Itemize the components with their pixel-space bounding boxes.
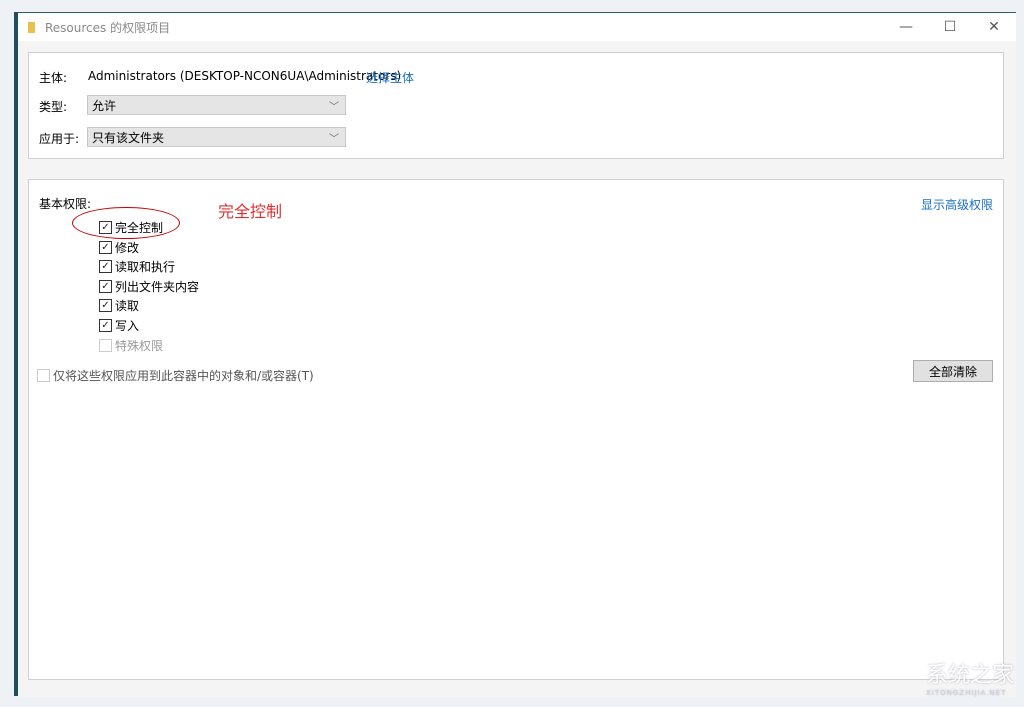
- permission-label: 列出文件夹内容: [115, 278, 199, 295]
- watermark-logo: 系统之家XITONGZHIJIA.NET: [926, 657, 1014, 697]
- checkmark-icon: ✓: [99, 260, 112, 273]
- apply-only-label: 仅将这些权限应用到此容器中的对象和/或容器(T): [53, 367, 314, 384]
- permission-label: 读取: [115, 297, 139, 314]
- permission-checkbox[interactable]: ✓修改: [99, 239, 139, 256]
- applies-to-label: 应用于:: [39, 130, 79, 147]
- type-select[interactable]: 允许 ﹀: [87, 95, 346, 115]
- principal-label: 主体:: [39, 69, 67, 86]
- show-advanced-link[interactable]: 显示高级权限: [921, 196, 993, 213]
- permission-label: 写入: [115, 317, 139, 334]
- checkbox-box: [99, 339, 112, 352]
- permission-checkbox[interactable]: ✓完全控制: [99, 219, 163, 236]
- checkmark-icon: ✓: [99, 299, 112, 312]
- window-title: Resources 的权限项目: [45, 19, 170, 36]
- permission-checkbox[interactable]: ✓写入: [99, 317, 139, 334]
- applies-to-select[interactable]: 只有该文件夹 ﹀: [87, 127, 346, 147]
- permission-label: 特殊权限: [115, 337, 163, 354]
- checkmark-icon: ✓: [99, 241, 112, 254]
- folder-icon: [28, 22, 35, 33]
- permission-checkbox[interactable]: ✓读取和执行: [99, 258, 175, 275]
- maximize-button[interactable]: ☐: [928, 13, 972, 41]
- type-value: 允许: [92, 97, 116, 114]
- close-button[interactable]: ✕: [972, 13, 1016, 41]
- permissions-panel: 基本权限: 显示高级权限 完全控制 ✓完全控制✓修改✓读取和执行✓列出文件夹内容…: [28, 179, 1004, 680]
- permission-checkbox[interactable]: ✓列出文件夹内容: [99, 278, 199, 295]
- chevron-down-icon: ﹀: [329, 98, 339, 113]
- permission-label: 读取和执行: [115, 258, 175, 275]
- principal-panel: 主体: Administrators (DESKTOP-NCON6UA\Admi…: [28, 52, 1004, 159]
- permission-label: 完全控制: [115, 219, 163, 236]
- checkmark-icon: ✓: [99, 280, 112, 293]
- chevron-down-icon: ﹀: [329, 130, 339, 145]
- apply-only-checkbox[interactable]: 仅将这些权限应用到此容器中的对象和/或容器(T): [37, 367, 314, 384]
- permission-checkbox[interactable]: 特殊权限: [99, 337, 163, 354]
- permission-label: 修改: [115, 239, 139, 256]
- clear-all-button[interactable]: 全部清除: [913, 360, 993, 382]
- minimize-button[interactable]: —: [884, 13, 928, 41]
- type-label: 类型:: [39, 98, 67, 115]
- checkbox-box: [37, 369, 50, 382]
- select-principal-link[interactable]: 选择主体: [366, 69, 414, 86]
- permission-checkbox[interactable]: ✓读取: [99, 297, 139, 314]
- principal-value: Administrators (DESKTOP-NCON6UA\Administ…: [88, 69, 401, 83]
- checkmark-icon: ✓: [99, 319, 112, 332]
- applies-to-value: 只有该文件夹: [92, 129, 164, 146]
- annotation-text: 完全控制: [218, 198, 282, 222]
- basic-permissions-label: 基本权限:: [39, 195, 91, 212]
- checkmark-icon: ✓: [99, 221, 112, 234]
- permission-entry-dialog: Resources 的权限项目 — ☐ ✕ 主体: Administrators…: [18, 12, 1016, 697]
- title-bar: Resources 的权限项目 — ☐ ✕: [18, 13, 1016, 41]
